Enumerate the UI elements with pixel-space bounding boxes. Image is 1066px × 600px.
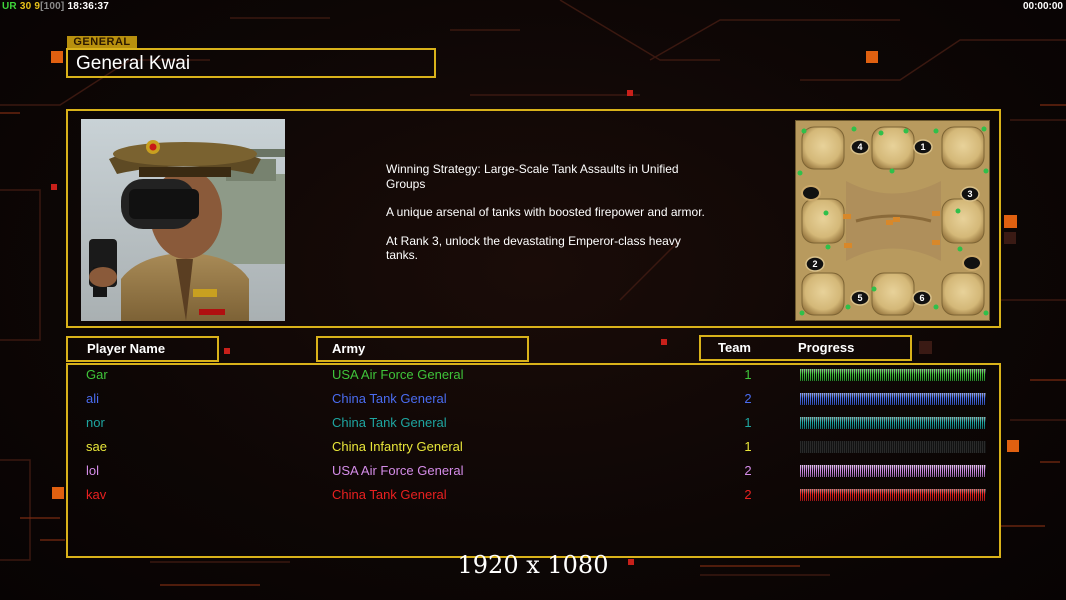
hud-ur-label: UR: [2, 1, 17, 12]
general-tag: GENERAL: [67, 36, 137, 48]
start-position-3: 3: [960, 186, 980, 202]
player-team: 2: [744, 391, 752, 406]
player-row: lol USA Air Force General 2: [68, 460, 1003, 482]
start-position-label: 6: [919, 293, 924, 303]
player-team: 1: [744, 439, 752, 454]
start-position-label: 4: [857, 142, 862, 152]
player-team: 2: [744, 463, 752, 478]
start-position-4: 4: [850, 139, 870, 155]
player-army: China Tank General: [332, 487, 447, 502]
player-row: Gar USA Air Force General 1: [68, 364, 1003, 386]
player-name: Gar: [86, 367, 108, 382]
player-row: ali China Tank General 2: [68, 388, 1003, 410]
player-name: lol: [86, 463, 100, 478]
deco-square: [1007, 440, 1019, 452]
game-timer: 00:00:00: [1022, 1, 1063, 12]
header-player-name: Player Name: [66, 336, 219, 362]
player-progress-fill: [800, 465, 986, 477]
strategy-line: At Rank 3, unlock the devastating Empero…: [386, 233, 681, 263]
player-row: nor China Tank General 1: [68, 412, 1003, 434]
player-progress-bar: [800, 465, 986, 477]
player-name: ali: [86, 391, 100, 406]
player-army: China Tank General: [332, 415, 447, 430]
player-progress-bar: [800, 489, 986, 501]
player-army: China Infantry General: [332, 439, 463, 454]
player-roster-panel: Gar USA Air Force General 1 ali China Tank G…: [66, 363, 1001, 558]
start-position-label: 3: [967, 189, 972, 199]
deco-square: [51, 184, 57, 190]
player-progress-fill: [800, 489, 986, 501]
player-army: USA Air Force General: [332, 463, 464, 478]
deco-square: [224, 348, 230, 354]
minimap: 4 1 3 2 5 6: [795, 120, 990, 321]
deco-square: [661, 339, 667, 345]
header-player-name-label: Player Name: [87, 341, 166, 356]
strategy-line: A unique arsenal of tanks with boosted f…: [386, 205, 705, 219]
strategy-line: Winning Strategy: Large-Scale Tank Assau…: [386, 162, 679, 191]
deco-square: [1004, 215, 1017, 228]
hud-clock: 18:36:37: [67, 1, 110, 12]
start-position-label: 5: [857, 293, 862, 303]
resolution-label: 1920 x 1080: [457, 551, 609, 579]
header-army-label: Army: [332, 341, 366, 356]
deco-square: [51, 51, 63, 63]
start-position-label: 2: [812, 259, 817, 269]
player-name: kav: [86, 487, 107, 502]
start-position-5: 5: [850, 290, 870, 306]
player-army: China Tank General: [332, 391, 447, 406]
player-row: kav China Tank General 2: [68, 484, 1003, 506]
player-army: USA Air Force General: [332, 367, 464, 382]
header-army: Army: [316, 336, 529, 362]
deco-square: [866, 51, 878, 63]
player-team: 2: [744, 487, 752, 502]
deco-square: [919, 341, 932, 354]
deco-square: [627, 90, 633, 96]
player-progress-bar: [800, 369, 986, 381]
general-name-title: General Kwai: [66, 48, 436, 78]
player-progress-bar: [800, 441, 986, 453]
player-team: 1: [744, 367, 752, 382]
player-progress-fill: [800, 393, 986, 405]
deco-square: [52, 487, 64, 499]
player-name: nor: [86, 415, 105, 430]
header-team-label: Team: [718, 340, 751, 355]
header-progress-label: Progress: [798, 340, 855, 355]
player-progress-bar: [800, 417, 986, 429]
general-portrait: [81, 119, 285, 321]
start-position-1: 1: [913, 139, 933, 155]
hud-bracket-value: [100]: [40, 1, 65, 12]
player-row: sae China Infantry General 1: [68, 436, 1003, 458]
hud-bar: UR 30 9[100] 18:36:37 00:00:00: [0, 0, 1066, 13]
strategy-text: Winning Strategy: Large-Scale Tank Assau…: [386, 162, 706, 277]
start-position-6: 6: [912, 290, 932, 306]
hud-stats: UR 30 9[100] 18:36:37: [2, 1, 109, 12]
player-progress-bar: [800, 393, 986, 405]
hud-stats-values: 30 9: [19, 1, 41, 12]
general-info-panel: Winning Strategy: Large-Scale Tank Assau…: [66, 109, 1001, 328]
start-position-label: 1: [920, 142, 925, 152]
player-name: sae: [86, 439, 107, 454]
deco-square: [1004, 232, 1016, 244]
start-position-2: 2: [805, 256, 825, 272]
player-progress-fill: [800, 369, 986, 381]
player-progress-fill: [800, 417, 986, 429]
header-team-progress: Team Progress: [699, 335, 912, 361]
player-team: 1: [744, 415, 752, 430]
